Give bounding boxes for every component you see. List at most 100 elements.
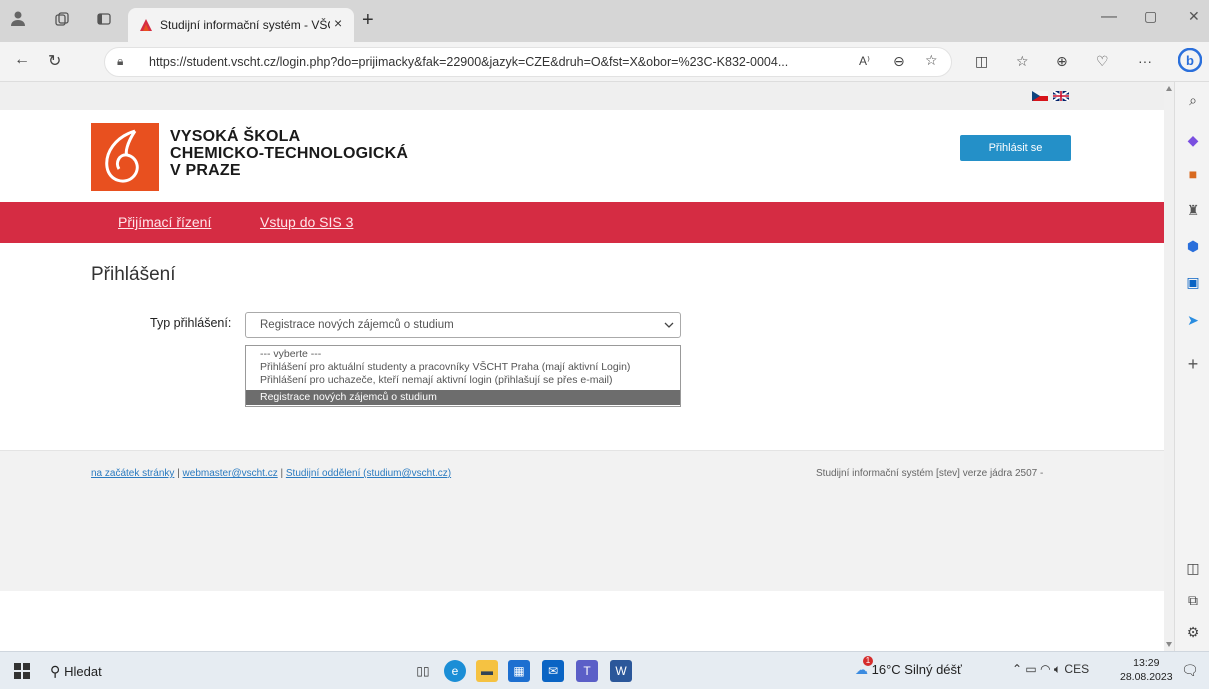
footer-separator: | [174,468,183,479]
login-type-select[interactable]: Registrace nových zájemců o studium [245,312,681,338]
edge-sidebar: ⌕ ◆ ■ ♜ ⬢ ▣ ➤ + ◫ ⧉ ⚙ [1174,82,1209,651]
page-title: Přihlášení [91,264,176,285]
school-logo[interactable] [91,123,159,191]
weather-widget[interactable]: ☁ 1 16°C Silný déšť [855,656,962,678]
volume-icon[interactable]: 🔈︎ [1054,662,1065,676]
collections-icon[interactable]: ⊕ [1056,53,1068,70]
login-type-selected-value: Registrace nových zájemců o studium [260,319,454,331]
tab-close-icon[interactable]: × [334,15,342,31]
school-name: VYSOKÁ ŠKOLA CHEMICKO-TECHNOLOGICKÁ V PR… [170,128,408,179]
browser-tab[interactable]: Studijní informační systém - VŠC × [128,8,354,42]
battery-icon[interactable]: ▭ [1025,662,1040,676]
back-arrow-icon[interactable]: ← [14,51,30,69]
favorite-star-icon[interactable]: ☆ [925,52,938,69]
external-link-icon[interactable]: ⧉ [1183,590,1203,610]
bing-copilot-icon[interactable]: b [1177,47,1203,75]
taskbar-search-icon: ⚲ [50,663,65,679]
nav-item-admission[interactable]: Přijímací řízení [118,214,211,230]
title-bar: Studijní informační systém - VŠC × + — ▢… [0,0,1209,42]
url-text[interactable]: https://student.vscht.cz/login.php?do=pr… [149,55,839,69]
ms-store-icon[interactable]: ▦ [508,660,530,682]
drop-send-icon[interactable]: ➤ [1183,310,1203,330]
svg-text:b: b [1186,53,1194,68]
games-icon[interactable]: ♜ [1183,200,1203,220]
wifi-icon[interactable]: ◠ [1040,662,1054,676]
login-type-dropdown: --- vyberte --- Přihlášení pro aktuální … [245,345,681,407]
microsoft365-icon[interactable]: ⬢ [1183,236,1203,256]
hide-sidebar-icon[interactable]: ◫ [1183,558,1203,578]
input-language[interactable]: CES [1064,662,1089,676]
sidebar-settings-gear-icon[interactable]: ⚙ [1183,622,1203,642]
weather-cloud-icon: ☁ 1 [855,656,873,677]
weather-badge: 1 [863,656,873,666]
dropdown-option-selected[interactable]: Registrace nových zájemců o studium [246,390,680,405]
workspaces-icon[interactable] [50,10,74,32]
footer-link-study-office[interactable]: Studijní oddělení (studium@vscht.cz) [286,468,451,479]
footer-link-top[interactable]: na začátek stránky [91,468,174,479]
nav-item-sis3[interactable]: Vstup do SIS 3 [260,214,353,230]
weather-text: 16°C Silný déšť [871,662,962,677]
clock-date: 28.08.2023 [1120,671,1173,683]
split-screen-icon[interactable]: ◫ [975,53,988,70]
system-tray: ⌃ ▭ ◠ 🔈︎ CES [1012,662,1089,677]
edge-taskbar-icon[interactable]: e [444,660,466,682]
logo-emblem-icon [105,129,139,183]
notifications-icon[interactable]: 🗨︎ [1181,662,1199,679]
page-scrollbar[interactable] [1164,82,1174,651]
minimize-button[interactable]: — [1101,8,1117,26]
profile-icon[interactable] [6,10,30,32]
school-name-line1: VYSOKÁ ŠKOLA [170,128,301,145]
dropdown-option[interactable]: --- vyberte --- [246,348,680,361]
zoom-icon[interactable]: ⊖ [893,53,905,70]
scroll-up-arrow-icon[interactable] [1166,86,1172,91]
login-button[interactable]: Přihlásit se [960,135,1071,161]
login-type-label: Typ přihlášení: [150,316,232,330]
shopping-tag-icon[interactable]: ◆ [1183,130,1203,150]
outlook-icon[interactable]: ▣ [1183,272,1203,292]
clock[interactable]: 13:29 28.08.2023 [1120,656,1173,684]
tools-briefcase-icon[interactable]: ■ [1183,164,1203,184]
url-field[interactable]: 🔒︎ https://student.vscht.cz/login.php?do… [104,47,952,77]
word-icon[interactable]: W [610,660,632,682]
tray-chevron-up-icon[interactable]: ⌃ [1012,662,1025,676]
dropdown-option[interactable]: Přihlášení pro aktuální studenty a praco… [246,361,680,374]
favorites-list-icon[interactable]: ☆ [1016,53,1029,70]
address-bar-row: ← ↻ 🔒︎ https://student.vscht.cz/login.ph… [0,42,1209,82]
footer-link-webmaster[interactable]: webmaster@vscht.cz [183,468,278,479]
windows-start-icon[interactable] [14,663,30,679]
browser-essentials-icon[interactable]: ♡ [1096,53,1109,70]
lock-icon[interactable]: 🔒︎ [117,54,123,69]
close-window-button[interactable]: ✕ [1188,8,1200,25]
taskbar-search-label: Hledat [64,664,102,679]
task-view-icon[interactable]: ▯▯ [412,660,434,682]
file-explorer-icon[interactable]: ▬ [476,660,498,682]
language-strip [0,82,1164,110]
uk-flag-icon[interactable] [1053,91,1069,101]
more-menu-icon[interactable]: ··· [1138,53,1152,69]
main-nav: Přijímací řízení Vstup do SIS 3 [0,202,1164,243]
footer-links: na začátek stránky | webmaster@vscht.cz … [91,468,451,479]
windows-taskbar: ⚲ Hledat ▯▯ e ▬ ▦ ✉ T W ☁ 1 16°C Silný dé… [0,651,1209,689]
clock-time: 13:29 [1133,657,1160,669]
footer-system-info: Studijní informační systém [stev] verze … [816,468,1044,479]
web-page: VYSOKÁ ŠKOLA CHEMICKO-TECHNOLOGICKÁ V PR… [0,82,1164,651]
teams-icon[interactable]: T [576,660,598,682]
school-name-line2: CHEMICKO-TECHNOLOGICKÁ [170,145,409,162]
search-icon[interactable]: ⌕ [1183,90,1203,110]
tab-title: Studijní informační systém - VŠC [160,18,330,32]
taskbar-search[interactable]: ⚲ Hledat [50,663,102,680]
chevron-down-icon [664,317,674,336]
new-tab-button[interactable]: + [362,9,374,32]
add-sidebar-app-icon[interactable]: + [1183,354,1203,374]
mail-icon[interactable]: ✉ [542,660,564,682]
page-footer: na začátek stránky | webmaster@vscht.cz … [0,451,1164,591]
dropdown-option[interactable]: Přihlášení pro uchazeče, kteří nemají ak… [246,374,680,387]
refresh-icon[interactable]: ↻ [48,51,61,71]
restore-button[interactable]: ▢ [1144,8,1157,25]
site-favicon-icon [140,19,152,31]
read-aloud-icon[interactable]: A⁾ [859,54,870,68]
tab-actions-icon[interactable] [92,10,116,32]
czech-flag-icon[interactable] [1032,91,1048,101]
scroll-down-arrow-icon[interactable] [1166,642,1172,647]
school-name-line3: V PRAZE [170,162,241,179]
